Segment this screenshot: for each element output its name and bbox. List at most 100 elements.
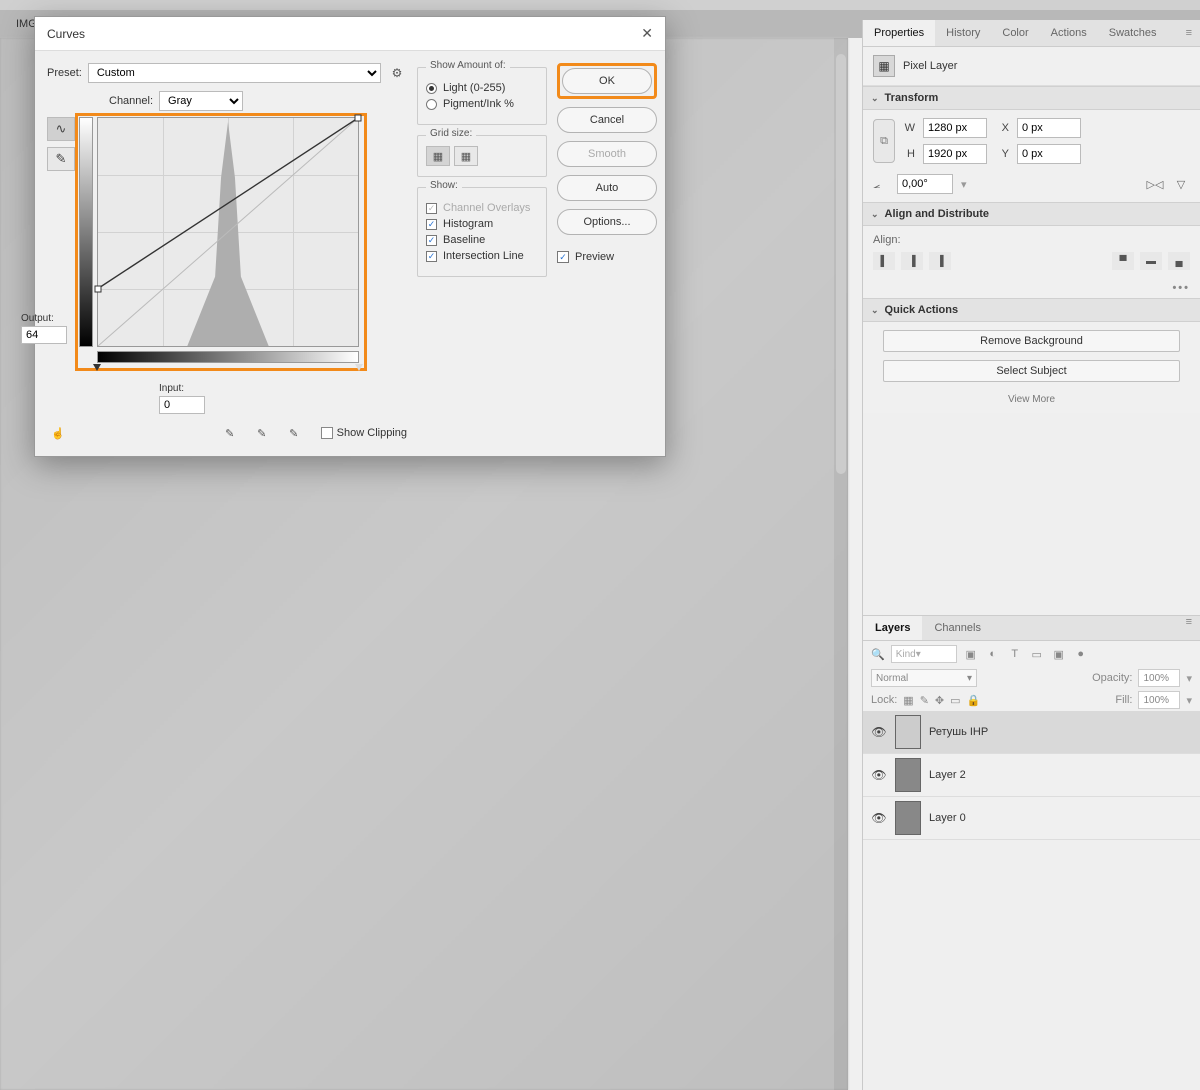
cancel-button[interactable]: Cancel	[557, 107, 657, 133]
filter-adjust-icon[interactable]: ◐	[985, 648, 1001, 660]
align-right-icon[interactable]: ▐	[929, 252, 951, 270]
filter-type-icon[interactable]: T	[1007, 648, 1023, 660]
lock-pixels-icon[interactable]: ✎	[920, 694, 929, 707]
filter-smart-icon[interactable]: ▣	[1051, 648, 1067, 661]
check-baseline[interactable]: Baseline	[426, 234, 538, 246]
eyedropper-black-icon[interactable]: ✎	[219, 422, 241, 444]
show-clipping-checkbox[interactable]: Show Clipping	[321, 427, 407, 439]
lock-all-icon[interactable]: 🔒	[967, 694, 981, 707]
radio-light[interactable]: Light (0-255)	[426, 82, 538, 94]
layer-thumbnail[interactable]	[895, 758, 921, 792]
height-input[interactable]	[923, 144, 987, 164]
input-gradient	[97, 351, 359, 363]
align-bottom-icon[interactable]: ▄	[1168, 252, 1190, 270]
section-align[interactable]: ⌄Align and Distribute	[863, 202, 1200, 226]
kind-filter[interactable]: Kind▾	[891, 645, 957, 663]
opacity-input[interactable]: 100%	[1138, 669, 1180, 687]
grid-coarse-icon[interactable]: ▦	[426, 146, 450, 166]
layer-name[interactable]: Ретушь IHP	[929, 726, 988, 738]
channel-label: Channel:	[109, 95, 153, 107]
filter-shape-icon[interactable]: ▭	[1029, 648, 1045, 661]
layer-item[interactable]: 👁 Layer 0	[863, 797, 1200, 840]
curves-graph[interactable]: Output:	[79, 117, 363, 367]
tab-swatches[interactable]: Swatches	[1098, 20, 1168, 46]
visibility-icon[interactable]: 👁	[871, 768, 887, 782]
tab-actions[interactable]: Actions	[1040, 20, 1098, 46]
angle-input[interactable]	[897, 174, 953, 194]
check-histogram[interactable]: Histogram	[426, 218, 538, 230]
section-transform[interactable]: ⌄Transform	[863, 86, 1200, 110]
scrollbar-vertical[interactable]	[834, 38, 848, 1090]
layer-name[interactable]: Layer 0	[929, 812, 966, 824]
eyedropper-gray-icon[interactable]: ✎	[251, 422, 273, 444]
output-gradient	[79, 117, 93, 347]
grid-fine-icon[interactable]: ▦	[454, 146, 478, 166]
layer-thumbnail[interactable]	[895, 801, 921, 835]
layer-item[interactable]: 👁 Layer 2	[863, 754, 1200, 797]
x-input[interactable]	[1017, 118, 1081, 138]
select-subject-button[interactable]: Select Subject	[883, 360, 1180, 382]
gear-icon[interactable]: ⚙	[387, 66, 407, 80]
eyedropper-white-icon[interactable]: ✎	[283, 422, 305, 444]
layer-thumbnail[interactable]	[895, 715, 921, 749]
radio-pigment[interactable]: Pigment/Ink %	[426, 98, 538, 110]
curves-grid[interactable]	[97, 117, 359, 347]
more-options-icon[interactable]: •••	[863, 278, 1200, 298]
remove-background-button[interactable]: Remove Background	[883, 330, 1180, 352]
lock-artboard-icon[interactable]: ▭	[950, 694, 960, 707]
curve-line	[98, 118, 358, 346]
layer-name[interactable]: Layer 2	[929, 769, 966, 781]
check-intersection[interactable]: Intersection Line	[426, 250, 538, 262]
lock-transparent-icon[interactable]: ▦	[903, 694, 913, 707]
preset-select[interactable]: Custom	[88, 63, 381, 83]
tab-color[interactable]: Color	[991, 20, 1039, 46]
panel-menu-icon[interactable]: ≡	[1178, 27, 1200, 39]
width-input[interactable]	[923, 118, 987, 138]
black-point-slider[interactable]	[93, 364, 101, 371]
curve-point[interactable]	[355, 115, 362, 122]
tab-layers[interactable]: Layers	[863, 616, 922, 640]
panel-menu-icon[interactable]: ≡	[1178, 616, 1200, 640]
search-icon[interactable]: 🔍	[871, 648, 885, 661]
align-top-icon[interactable]: ▀	[1112, 252, 1134, 270]
filter-image-icon[interactable]: ▣	[963, 648, 979, 661]
curve-point-tool-icon[interactable]: ∿	[47, 117, 75, 141]
ok-button[interactable]: OK	[562, 68, 652, 94]
tab-history[interactable]: History	[935, 20, 991, 46]
white-point-slider[interactable]	[355, 364, 363, 371]
w-label: W	[901, 122, 915, 134]
y-input[interactable]	[1017, 144, 1081, 164]
lock-position-icon[interactable]: ✥	[935, 694, 944, 707]
layer-item[interactable]: 👁 Ретушь IHP	[863, 711, 1200, 754]
view-more-link[interactable]: View More	[883, 390, 1180, 405]
visibility-icon[interactable]: 👁	[871, 725, 887, 739]
output-input[interactable]	[21, 326, 67, 344]
input-input[interactable]	[159, 396, 205, 414]
blend-mode-select[interactable]: Normal▾	[871, 669, 977, 687]
curve-pencil-tool-icon[interactable]: ✎	[47, 147, 75, 171]
check-channel-overlays: Channel Overlays	[426, 202, 538, 214]
curve-point[interactable]	[95, 285, 102, 292]
options-button[interactable]: Options...	[557, 209, 657, 235]
close-icon[interactable]: ✕	[641, 25, 653, 42]
preset-label: Preset:	[47, 67, 82, 79]
align-vcenter-icon[interactable]: ▬	[1140, 252, 1162, 270]
flip-horizontal-icon[interactable]: ▷◁	[1146, 175, 1164, 193]
filter-toggle-icon[interactable]: ●	[1073, 648, 1089, 660]
link-dimensions-icon[interactable]: ⧉	[873, 119, 895, 163]
tab-channels[interactable]: Channels	[922, 616, 992, 640]
smooth-button[interactable]: Smooth	[557, 141, 657, 167]
on-image-tool-icon[interactable]: ☝	[47, 422, 69, 444]
tab-properties[interactable]: Properties	[863, 20, 935, 46]
visibility-icon[interactable]: 👁	[871, 811, 887, 825]
properties-tabs: Properties History Color Actions Swatche…	[863, 20, 1200, 47]
h-label: H	[901, 148, 915, 160]
align-hcenter-icon[interactable]: ▐	[901, 252, 923, 270]
align-left-icon[interactable]: ▌	[873, 252, 895, 270]
flip-vertical-icon[interactable]: ▽	[1172, 175, 1190, 193]
section-quick-actions[interactable]: ⌄Quick Actions	[863, 298, 1200, 322]
preview-checkbox[interactable]: Preview	[557, 251, 657, 263]
auto-button[interactable]: Auto	[557, 175, 657, 201]
channel-select[interactable]: Gray	[159, 91, 243, 111]
fill-input[interactable]: 100%	[1138, 691, 1180, 709]
